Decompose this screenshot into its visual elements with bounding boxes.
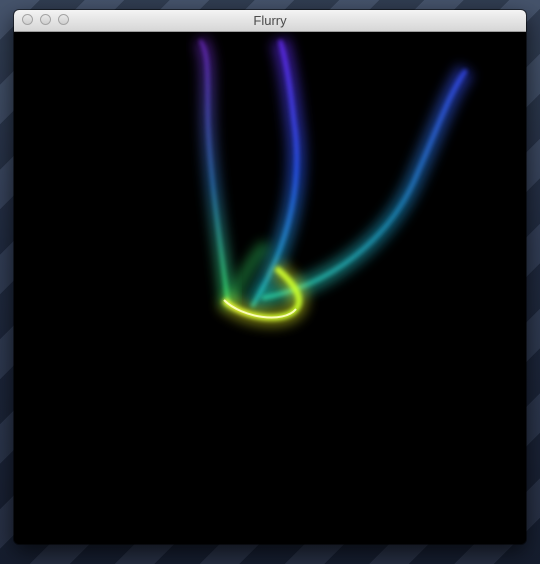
flurry-canvas <box>14 32 526 544</box>
window-title: Flurry <box>253 13 287 28</box>
flurry-streams <box>193 35 474 327</box>
stream-left <box>193 35 235 306</box>
stream-middle <box>244 37 306 312</box>
flurry-window: Flurry <box>14 10 526 544</box>
title-bar[interactable]: Flurry <box>14 10 526 32</box>
